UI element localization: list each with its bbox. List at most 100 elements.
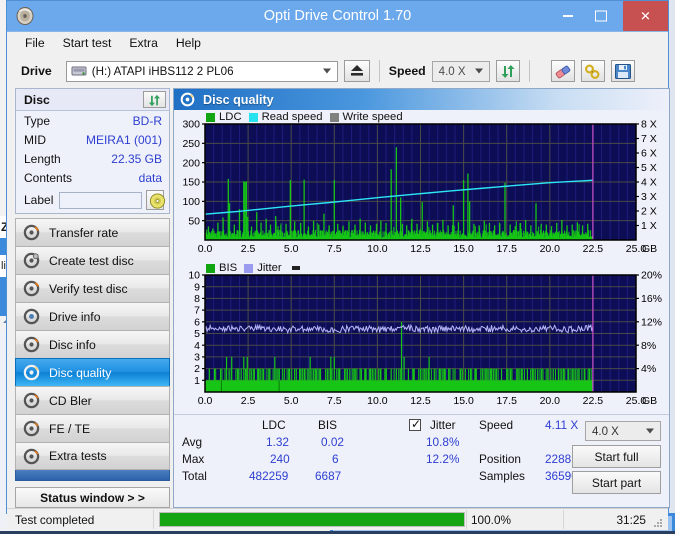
erase-button[interactable] [550, 60, 575, 82]
stats-col-ldc: LDC [262, 418, 286, 432]
legend-label-write-speed: Write speed [342, 111, 403, 123]
menu-file[interactable]: File [16, 34, 54, 52]
stats-col-jitter: Jitter [430, 418, 456, 432]
resize-grip[interactable] [652, 516, 664, 528]
menu-help[interactable]: Help [167, 34, 210, 52]
disc-label-button[interactable] [146, 190, 166, 210]
svg-text:22.5: 22.5 [583, 243, 604, 255]
stats-row-total: Total [182, 469, 207, 483]
svg-text:17.5: 17.5 [496, 243, 517, 255]
close-button[interactable]: ✕ [623, 1, 668, 31]
sidebar-item-disc-info[interactable]: Disc info [15, 330, 170, 358]
svg-text:5.0: 5.0 [284, 395, 299, 407]
stats-speed-label: Speed [479, 418, 514, 432]
progress-bar-fill [160, 513, 464, 526]
svg-text:20.0: 20.0 [540, 395, 561, 407]
ldc-chart-legend: LDC Read speed Write speed [206, 111, 403, 123]
svg-text:GB: GB [642, 243, 657, 255]
svg-text:10.0: 10.0 [367, 243, 388, 255]
speed-select[interactable]: 4.0 X [431, 60, 490, 82]
toolbar-separator [378, 60, 380, 82]
maximize-button[interactable] [584, 1, 617, 31]
disc-info-panel: Disc Type BD-R MID MEIRA1 (001) Length 2… [15, 88, 170, 214]
toolbar-separator [528, 60, 530, 82]
svg-text:10: 10 [188, 270, 200, 282]
elapsed-time: 31:25 [616, 512, 646, 527]
disc-transfer-icon [23, 224, 40, 241]
stats-bis-avg: 0.02 [321, 435, 344, 449]
svg-text:0.0: 0.0 [198, 243, 213, 255]
disc-panel-title: Disc [24, 92, 50, 107]
speed-label: Speed [388, 64, 426, 78]
drive-value: (H:) ATAPI iHBS112 2 PL06 [91, 64, 234, 78]
sidebar-item-verify-test-disc[interactable]: Verify test disc [15, 274, 170, 302]
sidebar-item-fe-te[interactable]: FE / TE [15, 414, 170, 442]
disc-verify-icon [23, 280, 40, 297]
disc-row-type: Type BD-R [16, 111, 169, 130]
refresh-button[interactable] [495, 60, 520, 82]
disc-extra-icon [23, 448, 40, 465]
status-message: Test completed [15, 512, 95, 527]
svg-text:300: 300 [182, 119, 200, 131]
menu-extra[interactable]: Extra [120, 34, 166, 52]
disc-contents-label: Contents [24, 170, 73, 185]
disc-row-contents: Contents data [16, 168, 169, 187]
sidebar-item-disc-quality[interactable]: Disc quality [15, 358, 170, 386]
sidebar-label: Drive info [49, 309, 101, 324]
save-button[interactable] [610, 60, 635, 82]
disc-fete-icon [23, 420, 40, 437]
progress-bar [159, 512, 465, 527]
svg-text:100: 100 [182, 196, 200, 208]
disc-length-value: 22.35 GB [111, 151, 162, 166]
stats-speed-value: 4.11 X [545, 418, 579, 432]
disc-length-label: Length [24, 151, 61, 166]
menu-start-test[interactable]: Start test [54, 34, 121, 52]
sidebar-label: CD Bler [49, 393, 92, 408]
disc-quality-icon [180, 92, 195, 107]
sidebar-item-extra-tests[interactable]: Extra tests [15, 442, 170, 470]
test-speed-select[interactable]: 4.0 X [585, 421, 661, 441]
stats-ldc-avg: 1.32 [266, 435, 289, 449]
sidebar-item-cd-bler[interactable]: CD Bler [15, 386, 170, 414]
svg-text:2.5: 2.5 [241, 243, 256, 255]
drive-select[interactable]: (H:) ATAPI iHBS112 2 PL06 [65, 60, 338, 82]
status-bar: Test completed 100.0% 31:25 [7, 508, 668, 530]
ldc-chart: LDC Read speed Write speed 50 100 150 200 25… [174, 110, 669, 262]
svg-text:12%: 12% [641, 316, 662, 328]
start-part-button[interactable]: Start part [572, 471, 661, 494]
tools-button[interactable] [580, 60, 605, 82]
test-speed-value: 4.0 X [592, 426, 619, 438]
sidebar-label: Disc quality [49, 365, 112, 380]
disc-row-label: Label [16, 187, 169, 213]
title-bar[interactable]: Opti Drive Control 1.70 ✕ [7, 1, 668, 31]
svg-text:1: 1 [194, 375, 200, 387]
content-area: Disc Type BD-R MID MEIRA1 (001) Length 2… [7, 88, 670, 508]
legend-swatch-bis [206, 263, 215, 273]
minimize-button[interactable] [551, 1, 584, 31]
disc-drive-icon [23, 308, 40, 325]
status-window-button[interactable]: Status window > > [15, 487, 170, 508]
stats-ldc-total: 482259 [249, 469, 289, 483]
svg-text:6: 6 [194, 316, 200, 328]
svg-text:8: 8 [194, 293, 200, 305]
sidebar-label: Create test disc [49, 253, 134, 268]
disc-row-length: Length 22.35 GB [16, 149, 169, 168]
svg-text:8 X: 8 X [641, 119, 657, 131]
progress-percent: 100.0% [471, 512, 512, 527]
ldc-chart-plot: 50 100 150 200 250 300 1 X 2 X 3 X 4 X 5 X 6 X 7 X 8 … [182, 119, 657, 255]
sidebar-item-create-test-disc[interactable]: Create test disc [15, 246, 170, 274]
svg-text:15.0: 15.0 [453, 243, 474, 255]
svg-text:22.5: 22.5 [583, 395, 604, 407]
sidebar-item-transfer-rate[interactable]: Transfer rate [15, 218, 170, 246]
disc-type-value: BD-R [132, 113, 162, 128]
sidebar-item-drive-info[interactable]: Drive info [15, 302, 170, 330]
start-full-button[interactable]: Start full [572, 445, 661, 468]
stats-position-label: Position [479, 452, 521, 466]
disc-mid-value: MEIRA1 (001) [85, 132, 162, 147]
jitter-checkbox[interactable]: ✓ [409, 418, 421, 431]
eject-button[interactable] [343, 60, 370, 82]
disc-label-input[interactable] [59, 191, 143, 209]
disc-mid-label: MID [24, 132, 46, 147]
left-panel: Disc Type BD-R MID MEIRA1 (001) Length 2… [7, 88, 170, 508]
disc-refresh-button[interactable] [143, 91, 166, 108]
